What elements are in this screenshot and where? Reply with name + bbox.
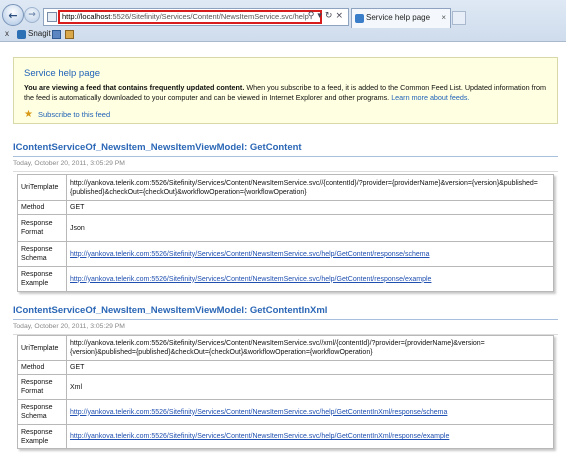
subscribe-link[interactable]: ★ Subscribe to this feed xyxy=(24,109,547,120)
operation-date: Today, October 20, 2011, 3:05:29 PM xyxy=(13,160,558,172)
row-value: Json xyxy=(66,214,554,242)
dropdown-icon[interactable]: ▾ xyxy=(317,11,325,21)
banner-title: Service help page xyxy=(24,68,101,79)
row-key: UriTemplate xyxy=(17,335,67,361)
row-value: http://yankova.telerik.com:5526/Sitefini… xyxy=(66,399,554,425)
back-button[interactable]: ← xyxy=(2,4,24,26)
forward-button[interactable]: → xyxy=(24,7,40,23)
forward-arrow-icon: → xyxy=(28,10,36,20)
address-path: :5526/Sitefinity/Services/Content/NewsIt… xyxy=(110,12,309,21)
command-toolbar: x Snagit xyxy=(0,28,566,42)
response-schema-link[interactable]: http://yankova.telerik.com:5526/Sitefini… xyxy=(70,251,430,258)
capture-window-icon[interactable] xyxy=(52,30,61,39)
table-row: Response Schema http://yankova.telerik.c… xyxy=(17,241,554,267)
tab-close-icon[interactable]: × xyxy=(441,9,446,27)
operation-section: IContentServiceOf_NewsItem_NewsItemViewM… xyxy=(13,142,558,292)
capture-page-icon[interactable] xyxy=(65,30,74,39)
row-key: Method xyxy=(17,360,67,375)
address-url[interactable]: http://localhost:5526/Sitefinity/Service… xyxy=(58,10,322,24)
page-icon xyxy=(47,12,57,22)
row-key: Response Format xyxy=(17,214,67,242)
table-row: Response Example http://yankova.telerik.… xyxy=(17,424,554,449)
address-tools: ⚲▾↻× xyxy=(308,11,346,21)
new-tab-button[interactable] xyxy=(452,11,466,25)
feed-star-icon: ★ xyxy=(24,109,33,120)
operation-table: UriTemplate http://yankova.telerik.com:5… xyxy=(17,174,554,292)
table-row: Response Format Xml xyxy=(17,374,554,400)
row-value: http://yankova.telerik.com:5526/Sitefini… xyxy=(66,241,554,267)
snagit-button[interactable]: Snagit xyxy=(28,29,51,38)
row-value: http://yankova.telerik.com:5526/Sitefini… xyxy=(66,174,554,201)
operation-date: Today, October 20, 2011, 3:05:29 PM xyxy=(13,323,558,335)
banner-text: You are viewing a feed that contains fre… xyxy=(24,83,547,103)
address-host: http://localhost xyxy=(62,12,111,21)
tab-title: Service help page xyxy=(366,13,431,22)
response-schema-link[interactable]: http://yankova.telerik.com:5526/Sitefini… xyxy=(70,409,447,416)
row-value: http://yankova.telerik.com:5526/Sitefini… xyxy=(66,335,554,361)
table-row: UriTemplate http://yankova.telerik.com:5… xyxy=(17,174,554,201)
tab-service-help[interactable]: Service help page × xyxy=(351,8,451,28)
banner-text-bold: You are viewing a feed that contains fre… xyxy=(24,83,245,92)
row-key: Method xyxy=(17,200,67,215)
subscribe-label: Subscribe to this feed xyxy=(38,110,111,119)
row-key: Response Schema xyxy=(17,241,67,267)
row-value: Xml xyxy=(66,374,554,400)
table-row: Response Schema http://yankova.telerik.c… xyxy=(17,399,554,425)
row-key: Response Format xyxy=(17,374,67,400)
table-row: UriTemplate http://yankova.telerik.com:5… xyxy=(17,335,554,361)
learn-more-link[interactable]: Learn more about feeds. xyxy=(391,93,469,102)
browser-chrome: ← → http://localhost:5526/Sitefinity/Ser… xyxy=(0,0,566,42)
row-key: UriTemplate xyxy=(17,174,67,201)
table-row: Response Format Json xyxy=(17,214,554,242)
row-key: Response Example xyxy=(17,266,67,292)
snagit-icon[interactable] xyxy=(17,30,26,39)
row-key: Response Example xyxy=(17,424,67,449)
back-arrow-icon: ← xyxy=(8,8,18,22)
address-bar[interactable]: http://localhost:5526/Sitefinity/Service… xyxy=(43,8,349,26)
tab-page-icon xyxy=(355,14,364,23)
operation-title: IContentServiceOf_NewsItem_NewsItemViewM… xyxy=(13,305,558,320)
row-value: http://yankova.telerik.com:5526/Sitefini… xyxy=(66,266,554,292)
response-example-link[interactable]: http://yankova.telerik.com:5526/Sitefini… xyxy=(70,433,449,440)
row-key: Response Schema xyxy=(17,399,67,425)
operation-title: IContentServiceOf_NewsItem_NewsItemViewM… xyxy=(13,142,558,157)
refresh-icon[interactable]: ↻ xyxy=(325,11,336,21)
response-example-link[interactable]: http://yankova.telerik.com:5526/Sitefini… xyxy=(70,276,431,283)
table-row: Method GET xyxy=(17,200,554,215)
row-value: http://yankova.telerik.com:5526/Sitefini… xyxy=(66,424,554,449)
table-row: Method GET xyxy=(17,360,554,375)
search-icon[interactable]: ⚲ xyxy=(308,11,318,21)
toolbar-close-icon[interactable]: x xyxy=(5,29,9,38)
operation-section: IContentServiceOf_NewsItem_NewsItemViewM… xyxy=(13,305,558,449)
row-value: GET xyxy=(66,200,554,215)
table-row: Response Example http://yankova.telerik.… xyxy=(17,266,554,292)
feed-banner: Service help page You are viewing a feed… xyxy=(13,57,558,124)
row-value: GET xyxy=(66,360,554,375)
stop-icon[interactable]: × xyxy=(335,11,346,21)
operation-table: UriTemplate http://yankova.telerik.com:5… xyxy=(17,335,554,449)
